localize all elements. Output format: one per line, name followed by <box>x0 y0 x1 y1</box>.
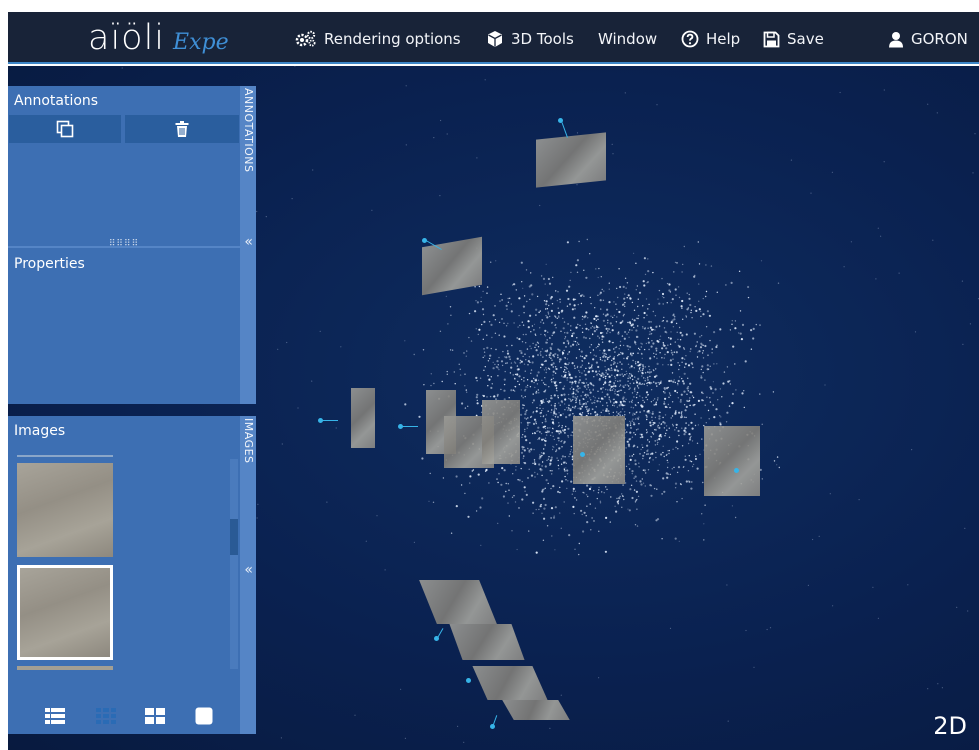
camera-image-plane[interactable] <box>449 624 525 660</box>
gears-icon <box>295 30 316 47</box>
cube-icon <box>488 31 502 47</box>
save-label: Save <box>787 30 824 48</box>
camera-image-plane[interactable] <box>704 426 760 496</box>
logo-sub-text: Expe <box>173 30 229 55</box>
collapse-annotations-button[interactable]: « <box>244 234 253 250</box>
camera-image-plane[interactable] <box>536 132 606 188</box>
list-view-button[interactable] <box>44 706 66 726</box>
list-top-edge <box>17 455 113 457</box>
camera-center[interactable] <box>558 118 563 123</box>
images-scrollbar[interactable] <box>230 459 238 669</box>
single-view-icon <box>195 707 213 725</box>
image-thumbnail-partial[interactable] <box>17 666 113 670</box>
camera-image-plane[interactable] <box>502 700 570 720</box>
large-grid-view-button[interactable] <box>144 706 166 726</box>
help-menu[interactable]: Help <box>681 28 740 50</box>
camera-image-plane[interactable] <box>482 400 520 464</box>
annotations-rail-label: ANNOTATIONS <box>242 88 255 173</box>
save-menu[interactable]: Save <box>763 28 824 50</box>
copy-icon <box>56 120 74 138</box>
2d-mode-toggle[interactable]: 2D <box>933 712 967 740</box>
images-rail-label: IMAGES <box>242 418 255 464</box>
user-name: GORON <box>911 30 968 48</box>
camera-image-plane[interactable] <box>573 416 625 484</box>
copy-annotation-button[interactable] <box>9 115 121 143</box>
trash-icon <box>175 121 189 137</box>
camera-image-plane[interactable] <box>351 388 375 448</box>
images-title: Images <box>14 423 66 439</box>
image-thumbnail[interactable] <box>17 463 113 557</box>
collapse-images-button[interactable]: « <box>244 562 253 578</box>
camera-center[interactable] <box>318 418 323 423</box>
camera-center[interactable] <box>398 424 403 429</box>
images-panel: Images IMAGES « <box>8 416 256 734</box>
logo-main-text: aïöli <box>88 18 166 58</box>
small-grid-view-button[interactable] <box>95 706 117 726</box>
floppy-disk-icon <box>763 31 780 47</box>
rendering-options-label: Rendering options <box>324 30 461 48</box>
images-rail[interactable]: IMAGES « <box>240 416 256 734</box>
list-view-icon <box>45 708 65 724</box>
camera-center[interactable] <box>734 468 739 473</box>
annotations-title: Annotations <box>14 93 99 109</box>
camera-center[interactable] <box>490 724 495 729</box>
user-icon <box>889 31 903 47</box>
annotations-rail[interactable]: ANNOTATIONS « <box>240 86 256 404</box>
annotations-panel: Annotations ⠿⠿⠿⠿ Properties ANNOTATIONS … <box>8 86 256 404</box>
window-menu[interactable]: Window <box>598 28 657 50</box>
panel-divider <box>8 246 240 248</box>
grid-large-icon <box>145 708 165 724</box>
camera-center[interactable] <box>580 452 585 457</box>
help-label: Help <box>706 30 741 48</box>
3d-tools-menu[interactable]: 3D Tools <box>486 28 574 50</box>
images-scrollbar-thumb[interactable] <box>230 519 238 555</box>
window-label: Window <box>598 30 658 48</box>
app-logo: aïöli Expe <box>88 18 229 58</box>
3d-tools-label: 3D Tools <box>511 30 574 48</box>
camera-center[interactable] <box>466 678 471 683</box>
image-thumbnail-selected[interactable] <box>17 565 113 660</box>
top-navbar: aïöli Expe Rendering options 3D Tools Wi… <box>8 12 979 64</box>
camera-center[interactable] <box>434 636 439 641</box>
properties-title: Properties <box>14 256 85 272</box>
grid-small-icon <box>96 708 116 724</box>
rendering-options-menu[interactable]: Rendering options <box>295 28 461 50</box>
camera-center[interactable] <box>422 238 427 243</box>
user-menu[interactable]: GORON <box>888 28 968 50</box>
question-circle-icon <box>681 30 699 48</box>
delete-annotation-button[interactable] <box>125 115 239 143</box>
single-view-button[interactable] <box>194 706 214 726</box>
